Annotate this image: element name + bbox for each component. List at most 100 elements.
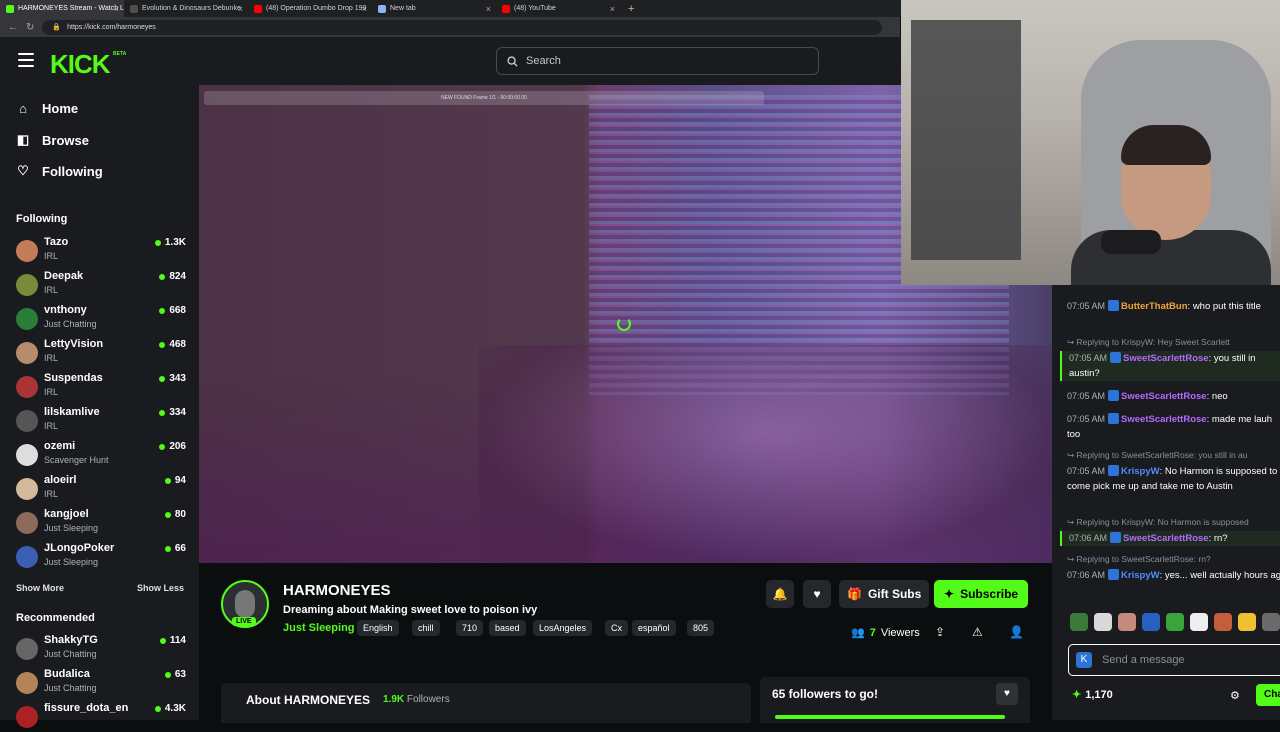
- sidebar-nav-following[interactable]: ♡ Following: [16, 163, 103, 179]
- emote-icon[interactable]: [1166, 613, 1184, 631]
- url-field[interactable]: 🔒 https://kick.com/harmoneyes: [42, 19, 883, 35]
- chat-username[interactable]: SweetScarlettRose: [1123, 533, 1209, 544]
- stream-tag[interactable]: chill: [412, 620, 440, 636]
- tab-close-icon[interactable]: ×: [610, 4, 615, 14]
- emote-icon[interactable]: [1190, 613, 1208, 631]
- channel-points[interactable]: ✦ 1,170: [1072, 688, 1113, 702]
- stream-tag[interactable]: 710: [456, 620, 484, 636]
- sidebar-channel[interactable]: ShakkyTG Just Chatting 114: [16, 634, 186, 664]
- chat-send-button[interactable]: Chat: [1256, 684, 1280, 706]
- chat-settings-icon[interactable]: ⚙: [1230, 689, 1240, 702]
- chat-username[interactable]: KrispyW: [1121, 466, 1160, 477]
- show-less-link[interactable]: Show Less: [137, 583, 184, 593]
- sidebar-channel[interactable]: Deepak IRL 824: [16, 270, 186, 300]
- chat-timestamp: 07:05 AM: [1067, 301, 1106, 311]
- emote-icon[interactable]: [1214, 613, 1232, 631]
- sidebar-channel[interactable]: vnthony Just Chatting 668: [16, 304, 186, 334]
- lock-icon: 🔒: [52, 24, 62, 31]
- viewer-count-text: 94: [174, 475, 186, 486]
- tab-title: Evolution & Dinosaurs Debunke: [142, 5, 241, 12]
- tab-close-icon[interactable]: ×: [362, 4, 367, 14]
- sub-badge-icon: [1108, 390, 1120, 401]
- stream-category-link[interactable]: Just Sleeping: [283, 622, 355, 634]
- search-input[interactable]: Search: [496, 47, 819, 75]
- gift-subs-button[interactable]: 🎁 Gift Subs: [839, 580, 930, 608]
- chat-username[interactable]: KrispyW: [1121, 570, 1160, 581]
- stream-tag[interactable]: 805: [687, 620, 715, 636]
- browser-tab[interactable]: Evolution & Dinosaurs Debunke ×: [124, 0, 248, 17]
- emote-icon[interactable]: [1070, 613, 1088, 631]
- channel-name: fissure_dota_en: [44, 702, 129, 714]
- viewer-count-text: 63: [174, 669, 186, 680]
- emote-icon[interactable]: [1142, 613, 1160, 631]
- sidebar-channel[interactable]: Tazo IRL 1.3K: [16, 236, 186, 266]
- sidebar-channel[interactable]: LettyVision IRL 468: [16, 338, 186, 368]
- viewer-count-text: 668: [169, 305, 186, 316]
- sidebar-channel[interactable]: Suspendas IRL 343: [16, 372, 186, 402]
- tab-close-icon[interactable]: ×: [114, 4, 119, 14]
- emote-icon[interactable]: [1118, 613, 1136, 631]
- viewer-count-text: 114: [169, 635, 186, 646]
- sidebar-nav-home[interactable]: ⌂ Home: [16, 101, 78, 116]
- url-text: https://kick.com/harmoneyes: [67, 23, 156, 31]
- stream-tag[interactable]: LosAngeles: [533, 620, 593, 636]
- recommended-section-title: Recommended: [16, 612, 95, 624]
- chat-username[interactable]: SweetScarlettRose: [1121, 391, 1207, 402]
- chat-username[interactable]: ButterThatBun: [1121, 301, 1188, 312]
- emote-icon[interactable]: [1262, 613, 1280, 631]
- browser-tab[interactable]: (48) YouTube ×: [496, 0, 620, 17]
- browser-tab[interactable]: HARMONEYES Stream - Watch Li ×: [0, 0, 124, 17]
- share-icon[interactable]: ⇪: [935, 625, 945, 639]
- stream-tag[interactable]: Cx: [605, 620, 628, 636]
- new-tab-button[interactable]: +: [620, 3, 642, 15]
- sidebar-channel[interactable]: fissure_dota_en 4.3K: [16, 702, 186, 732]
- viewer-count-text: 206: [169, 441, 186, 452]
- sidebar-channel[interactable]: kangjoel Just Sleeping 80: [16, 508, 186, 538]
- channel-name: aloeirl: [44, 474, 77, 486]
- channel-avatar: [16, 342, 38, 364]
- about-panel: About HARMONEYES 1.9K Followers: [221, 683, 751, 723]
- hamburger-menu-icon[interactable]: [18, 53, 34, 67]
- notification-bell-button[interactable]: 🔔: [766, 580, 794, 608]
- chat-username[interactable]: SweetScarlettRose: [1121, 414, 1207, 425]
- chat-input[interactable]: K Send a message: [1068, 644, 1280, 676]
- nav-label: Following: [42, 163, 103, 179]
- stream-tag[interactable]: español: [632, 620, 676, 636]
- chat-input-placeholder: Send a message: [1102, 654, 1185, 666]
- tab-close-icon[interactable]: ×: [486, 4, 491, 14]
- goal-heart-icon[interactable]: ♥: [996, 683, 1018, 705]
- channel-category: IRL: [44, 387, 59, 397]
- stream-tag[interactable]: English: [357, 620, 399, 636]
- chat-emote-icon[interactable]: K: [1076, 652, 1092, 668]
- viewer-count-text: 80: [174, 509, 186, 520]
- sidebar-channel[interactable]: ozemi Scavenger Hunt 206: [16, 440, 186, 470]
- tab-close-icon[interactable]: ×: [238, 4, 243, 14]
- viewer-count-text: 824: [169, 271, 186, 282]
- follow-button[interactable]: ♥: [803, 580, 831, 608]
- streamer-name[interactable]: HARMONEYES: [283, 582, 391, 599]
- reload-icon[interactable]: ↻: [26, 22, 34, 33]
- user-card-icon[interactable]: 👤: [1009, 625, 1024, 639]
- browser-tab[interactable]: New tab ×: [372, 0, 496, 17]
- channel-viewers: 66: [165, 543, 186, 554]
- chat-username[interactable]: SweetScarlettRose: [1123, 353, 1209, 364]
- sidebar-channel[interactable]: Budalica Just Chatting 63: [16, 668, 186, 698]
- emote-icon[interactable]: [1238, 613, 1256, 631]
- show-more-link[interactable]: Show More: [16, 583, 64, 593]
- emote-icon[interactable]: [1094, 613, 1112, 631]
- followers-count: 1.9K Followers: [383, 694, 450, 705]
- kick-logo[interactable]: KICK: [50, 49, 111, 80]
- stream-tag[interactable]: based: [489, 620, 526, 636]
- webcam-overlay: [901, 0, 1280, 285]
- sidebar-channel[interactable]: lilskamlive IRL 334: [16, 406, 186, 436]
- subscribe-button[interactable]: ✦ Subscribe: [934, 580, 1029, 608]
- browser-tab[interactable]: (48) Operation Dumbo Drop 199 ×: [248, 0, 372, 17]
- sidebar-channel[interactable]: aloeirl IRL 94: [16, 474, 186, 504]
- channel-viewers: 94: [165, 475, 186, 486]
- report-icon[interactable]: ⚠: [972, 625, 983, 639]
- channel-viewers: 63: [165, 669, 186, 680]
- viewer-count-text: 66: [174, 543, 186, 554]
- sidebar-nav-browse[interactable]: ◧ Browse: [16, 132, 89, 148]
- sidebar-channel[interactable]: JLongoPoker Just Sleeping 66: [16, 542, 186, 572]
- back-icon[interactable]: ←: [8, 22, 18, 33]
